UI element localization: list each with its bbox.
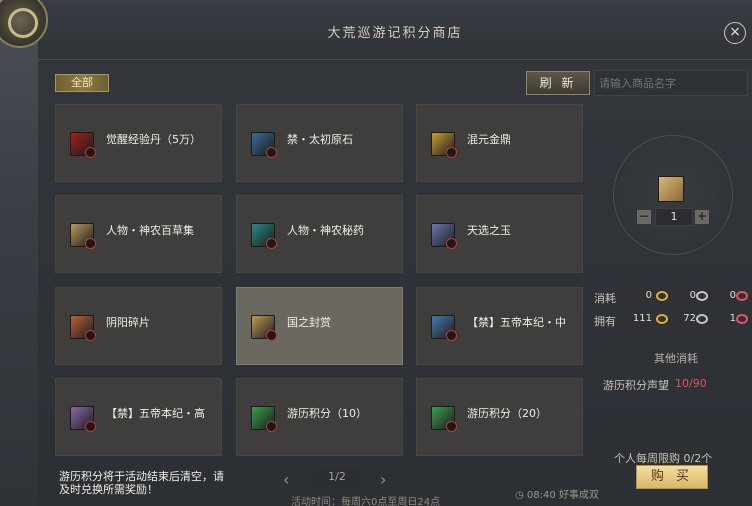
tab-all[interactable]: 全部 — [55, 74, 109, 92]
gold-coin-icon — [656, 291, 668, 301]
tome-icon — [431, 315, 457, 341]
shop-item-name: 禁・太初原石 — [287, 133, 353, 146]
potion-icon — [251, 223, 277, 249]
shop-item-card[interactable]: 人物・神农百草集 — [55, 195, 222, 273]
silver-coin-icon — [696, 314, 708, 324]
shop-item-card[interactable]: 游历积分（20） — [416, 378, 583, 456]
title-bar: 大荒巡游记积分商店 — [38, 0, 752, 60]
item-badge-icon — [446, 421, 457, 432]
cauldron-icon — [431, 132, 457, 158]
item-badge-icon — [446, 238, 457, 249]
pill-icon — [70, 132, 96, 158]
shop-item-card[interactable]: 禁・太初原石 — [236, 104, 403, 182]
shop-item-name: 阴阳碎片 — [106, 316, 150, 329]
shop-item-name: 觉醒经验丹（5万） — [106, 133, 201, 146]
shop-panel: 大荒巡游记积分商店 × 全部 刷 新 觉醒经验丹（5万） 禁・太初原石 混元金鼎人物… — [38, 0, 752, 506]
scroll-icon — [251, 315, 277, 341]
refresh-button[interactable]: 刷 新 — [526, 71, 590, 95]
shop-item-name: 天选之玉 — [467, 224, 511, 237]
weekly-limit: 个人每周限购 0/2个 — [614, 450, 712, 466]
tome-icon — [70, 406, 96, 432]
jade-icon — [431, 223, 457, 249]
quantity-value[interactable]: 1 — [655, 208, 693, 226]
quantity-plus-button[interactable]: + — [695, 210, 709, 224]
shop-item-name: 人物・神农百草集 — [106, 224, 194, 237]
silver-coin-icon — [696, 291, 708, 301]
shop-item-card[interactable]: 阴阳碎片 — [55, 287, 222, 365]
close-button[interactable]: × — [724, 22, 746, 44]
shop-item-card[interactable]: 天选之玉 — [416, 195, 583, 273]
reputation-label: 游历积分声望 — [603, 379, 669, 392]
next-page-icon[interactable]: › — [380, 470, 386, 489]
game-clock: ◷ 08:40 好事成双 — [515, 486, 599, 501]
item-badge-icon — [266, 238, 277, 249]
item-badge-icon — [446, 147, 457, 158]
shop-item-name: 混元金鼎 — [467, 133, 511, 146]
clock-tag: 好事成双 — [558, 490, 599, 501]
gem-icon — [431, 406, 457, 432]
item-badge-icon — [85, 330, 96, 341]
points-clear-notice: 游历积分将于活动结束后清空，请及时兑换所需奖励！ — [59, 470, 224, 496]
shop-item-card[interactable]: 【禁】五帝本纪・高 — [55, 378, 222, 456]
own-label: 拥有 — [594, 315, 616, 328]
search-input[interactable] — [594, 70, 748, 96]
shop-title: 大荒巡游记积分商店 — [327, 26, 463, 41]
shop-item-name: 国之封赏 — [287, 316, 331, 329]
item-badge-icon — [266, 421, 277, 432]
item-badge-icon — [85, 238, 96, 249]
selected-item-icon — [658, 176, 684, 202]
other-cost-label: 其他消耗 — [654, 352, 698, 365]
weekly-limit-value: 0/2个 — [683, 452, 713, 465]
gem-icon — [251, 406, 277, 432]
shard-icon — [70, 315, 96, 341]
shop-item-card[interactable]: 【禁】五帝本纪・中 — [416, 287, 583, 365]
consume-label: 消耗 — [594, 292, 616, 305]
item-grid: 觉醒经验丹（5万） 禁・太初原石 混元金鼎人物・神农百草集 人物・神农秘药 天选之玉阴阳… — [55, 104, 585, 469]
shop-item-name: 【禁】五帝本纪・中 — [467, 316, 566, 329]
quantity-minus-button[interactable]: − — [637, 210, 651, 224]
reputation-value: 10/90 — [675, 377, 707, 390]
item-badge-icon — [266, 330, 277, 341]
activity-time: 活动时间：每周六0点至周日24点 — [291, 497, 441, 506]
book-icon — [70, 223, 96, 249]
page-indicator: 1/2 — [313, 468, 361, 486]
shop-item-name: 【禁】五帝本纪・高 — [106, 407, 205, 420]
weekly-limit-label: 个人每周限购 — [614, 452, 680, 465]
item-badge-icon — [85, 421, 96, 432]
clock-icon: ◷ — [515, 490, 524, 501]
item-badge-icon — [85, 147, 96, 158]
item-badge-icon — [446, 330, 457, 341]
shop-item-name: 游历积分（20） — [467, 407, 547, 420]
stone-icon — [251, 132, 277, 158]
shop-item-name: 人物・神农秘药 — [287, 224, 364, 237]
buy-button[interactable]: 购 买 — [636, 465, 708, 489]
shop-item-card[interactable]: 人物・神农秘药 — [236, 195, 403, 273]
shop-item-card[interactable]: 国之封赏 — [236, 287, 403, 365]
clock-time: 08:40 — [526, 490, 556, 501]
shop-item-card[interactable]: 混元金鼎 — [416, 104, 583, 182]
shop-item-card[interactable]: 游历积分（10） — [236, 378, 403, 456]
gold-coin-icon — [656, 314, 668, 324]
red-coin-icon — [736, 314, 748, 324]
item-badge-icon — [266, 147, 277, 158]
red-coin-icon — [736, 291, 748, 301]
shop-item-card[interactable]: 觉醒经验丹（5万） — [55, 104, 222, 182]
shop-item-name: 游历积分（10） — [287, 407, 367, 420]
prev-page-icon[interactable]: ‹ — [283, 470, 289, 489]
